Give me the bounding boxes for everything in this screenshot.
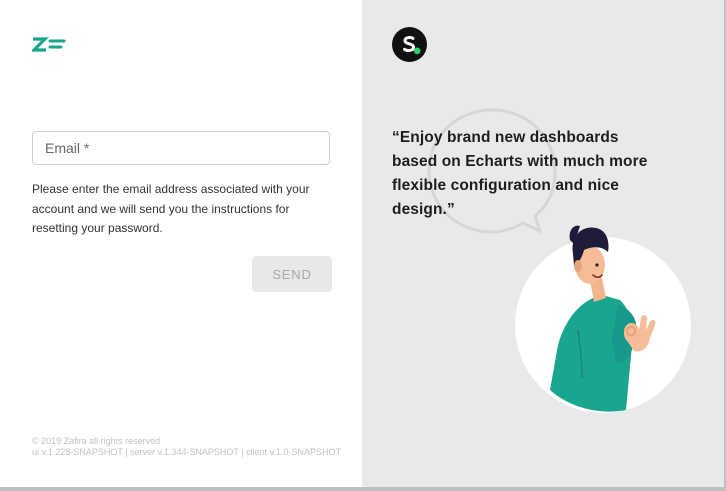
footer: © 2019 Zafira all rights reserved ui v.1… [32, 436, 372, 458]
email-field[interactable] [32, 131, 330, 165]
email-input[interactable] [45, 132, 315, 164]
promo-quote: “Enjoy brand new dashboards based on Ech… [392, 129, 648, 218]
send-button[interactable]: SEND [252, 256, 332, 292]
man-ok-gesture-illustration [515, 225, 691, 413]
form-panel: Please enter the email address associate… [0, 0, 362, 487]
zafira-logo-icon [32, 37, 66, 52]
reset-instructions-text: Please enter the email address associate… [32, 182, 310, 235]
s-logo-icon [392, 27, 427, 62]
copyright-text: © 2019 Zafira all rights reserved [32, 436, 161, 446]
version-text: ui v.1.228-SNAPSHOT | server v.1.344-SNA… [32, 447, 341, 457]
